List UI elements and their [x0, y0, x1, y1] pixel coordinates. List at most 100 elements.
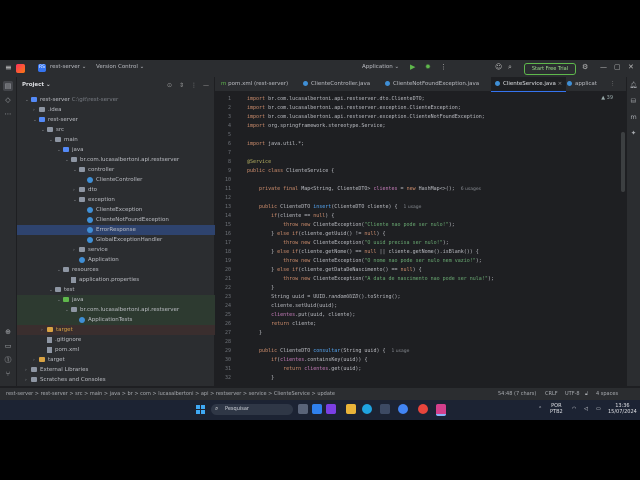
- code-line[interactable]: String uuid = UUID.randomUUID().toString…: [247, 294, 400, 300]
- services-tool-icon[interactable]: ⊕: [3, 327, 13, 337]
- indent-setting[interactable]: 4 spaces: [596, 391, 618, 397]
- notifications-icon[interactable]: 🔔︎: [629, 81, 638, 89]
- close-icon[interactable]: ✕: [628, 63, 634, 71]
- git-tool-icon[interactable]: ⑂: [3, 369, 13, 379]
- inspection-widget[interactable]: ▲ 39: [601, 95, 613, 101]
- code-line[interactable]: } else if(cliente.getDataDeNascimento() …: [247, 267, 422, 273]
- tree-item[interactable]: › External Libraries: [17, 365, 222, 375]
- tab-application[interactable]: applicat: [567, 77, 597, 91]
- intellij-taskbar-icon[interactable]: [436, 404, 446, 416]
- start-free-trial-button[interactable]: Start Free Trial: [524, 63, 576, 75]
- project-panel-title[interactable]: Project ⌄: [22, 82, 51, 88]
- code-line[interactable]: cliente.setUuid(uuid);: [247, 303, 337, 309]
- line-separator[interactable]: CRLF: [545, 391, 558, 397]
- code-line[interactable]: import br.com.lucasalbertoni.api.restser…: [247, 114, 485, 120]
- project-tool-icon[interactable]: ▤: [3, 81, 13, 91]
- expand-all-icon[interactable]: ⇕: [179, 82, 184, 89]
- editor-scrollbar[interactable]: [621, 132, 625, 192]
- store-icon[interactable]: [380, 404, 390, 414]
- task-view-icon[interactable]: [298, 404, 308, 414]
- tree-item[interactable]: ⌄ rest-server: [17, 115, 230, 125]
- code-line[interactable]: } else if(cliente.getUuid() != null) {: [247, 231, 385, 237]
- tab-cliente-not-found-exception[interactable]: ClienteNotFoundException.java: [385, 77, 479, 91]
- debug-icon[interactable]: ✹: [425, 63, 431, 71]
- options-icon[interactable]: ⋮: [191, 82, 197, 89]
- code-line[interactable]: import br.com.lucasalbertoni.api.restser…: [247, 96, 425, 102]
- terminal-tool-icon[interactable]: ▭: [3, 341, 13, 351]
- battery-icon[interactable]: ▭: [596, 406, 601, 412]
- code-line[interactable]: public ClienteDTO consultar(String uuid)…: [247, 348, 409, 354]
- project-badge[interactable]: RS: [38, 64, 46, 72]
- code-line[interactable]: throw new ClienteException("Cliente nao …: [247, 222, 455, 228]
- code-line[interactable]: import br.com.lucasalbertoni.api.restser…: [247, 105, 461, 111]
- code-editor[interactable]: ▲ 39 1 import br.com.lucasalbertoni.api.r…: [215, 92, 627, 386]
- code-line[interactable]: throw new ClienteException("O nome nao p…: [247, 258, 482, 264]
- wifi-icon[interactable]: ◠: [572, 406, 576, 412]
- tree-item[interactable]: ⌄ test: [17, 285, 246, 295]
- run-config-selector[interactable]: Application ⌄: [362, 64, 399, 70]
- code-line[interactable]: @Service: [247, 159, 271, 165]
- tree-item[interactable]: › target: [17, 325, 238, 335]
- code-line[interactable]: }: [247, 375, 274, 381]
- code-line[interactable]: if(cliente == null) {: [247, 213, 334, 219]
- breadcrumb[interactable]: rest-server > rest-server > src > main >…: [6, 391, 335, 397]
- clock[interactable]: 13:36 15/07/2024: [608, 403, 637, 415]
- windows-start-icon[interactable]: [196, 405, 205, 414]
- project-selector[interactable]: rest-server ⌄: [50, 64, 86, 70]
- maven-tool-icon[interactable]: m: [629, 113, 638, 121]
- hide-panel-icon[interactable]: —: [203, 82, 209, 89]
- code-line[interactable]: } else if(cliente.getNome() == null || c…: [247, 249, 479, 255]
- chrome-icon[interactable]: [398, 404, 408, 414]
- widgets-icon[interactable]: [312, 404, 322, 414]
- tab-cliente-controller[interactable]: ClienteController.java: [303, 77, 370, 91]
- tree-item[interactable]: .gitignore: [17, 335, 238, 345]
- tray-chevron-icon[interactable]: ⌃: [538, 406, 542, 412]
- cursor-position[interactable]: 54:48 (7 chars): [498, 391, 536, 397]
- code-line[interactable]: }: [247, 285, 274, 291]
- database-icon[interactable]: ⛁: [629, 97, 638, 105]
- code-line[interactable]: return clientes.get(uuid);: [247, 366, 361, 372]
- commit-tool-icon[interactable]: ◇: [3, 95, 13, 105]
- code-line[interactable]: public ClienteDTO insert(ClienteDTO clie…: [247, 204, 421, 210]
- tree-item[interactable]: ⌄ rest-server C:\git\rest-server: [17, 95, 222, 105]
- code-line[interactable]: private final Map<String, ClienteDTO> cl…: [247, 186, 481, 192]
- vcs-selector[interactable]: Version Control ⌄: [96, 64, 144, 70]
- hamburger-menu-icon[interactable]: ≡: [5, 63, 14, 72]
- tree-item[interactable]: › Scratches and Consoles: [17, 375, 222, 385]
- teams-icon[interactable]: [326, 404, 336, 414]
- tree-item[interactable]: ⌄ main: [17, 135, 246, 145]
- close-tab-icon[interactable]: ×: [558, 81, 563, 87]
- code-line[interactable]: return cliente;: [247, 321, 316, 327]
- maximize-icon[interactable]: ▢: [614, 63, 621, 71]
- tab-pom-xml[interactable]: m pom.xml (rest-server): [221, 77, 288, 91]
- more-tabs-icon[interactable]: ⋮: [610, 77, 616, 91]
- code-line[interactable]: throw new ClienteException("A data de na…: [247, 276, 494, 282]
- more-actions-icon[interactable]: ⋮: [440, 63, 447, 71]
- tab-cliente-service[interactable]: ClienteService.java ×: [491, 77, 567, 92]
- structure-tool-icon[interactable]: ⋯: [3, 109, 13, 119]
- volume-icon[interactable]: ◁: [584, 406, 588, 412]
- locate-icon[interactable]: ⊙: [167, 82, 172, 89]
- minimize-icon[interactable]: —: [600, 63, 607, 71]
- chrome-profile-icon[interactable]: [418, 404, 428, 414]
- user-icon[interactable]: ☺: [495, 63, 502, 71]
- tree-item[interactable]: pom.xml: [17, 345, 238, 355]
- problems-tool-icon[interactable]: ⓵: [3, 355, 13, 365]
- code-line[interactable]: clientes.put(uuid, cliente);: [247, 312, 355, 318]
- code-line[interactable]: import org.springframework.stereotype.Se…: [247, 123, 385, 129]
- code-line[interactable]: if(clientes.containsKey(uuid)) {: [247, 357, 367, 363]
- code-line[interactable]: public class ClienteService {: [247, 168, 334, 174]
- run-icon[interactable]: ▶: [410, 63, 415, 71]
- tree-item[interactable]: ⌄ src: [17, 125, 238, 135]
- code-line[interactable]: throw new ClienteException("O uuid preci…: [247, 240, 449, 246]
- language-indicator[interactable]: POR PTB2: [550, 403, 563, 415]
- tree-item[interactable]: › target: [17, 355, 230, 365]
- file-encoding[interactable]: UTF-8: [565, 391, 580, 397]
- code-line[interactable]: }: [247, 330, 262, 336]
- tree-item[interactable]: › .idea: [17, 105, 230, 115]
- edge-icon[interactable]: [362, 404, 372, 414]
- taskbar-search[interactable]: ⌕ Pesquisar: [211, 404, 293, 415]
- file-explorer-icon[interactable]: [346, 404, 356, 414]
- search-icon[interactable]: ⌕: [508, 63, 512, 72]
- settings-icon[interactable]: ⚙: [582, 63, 588, 71]
